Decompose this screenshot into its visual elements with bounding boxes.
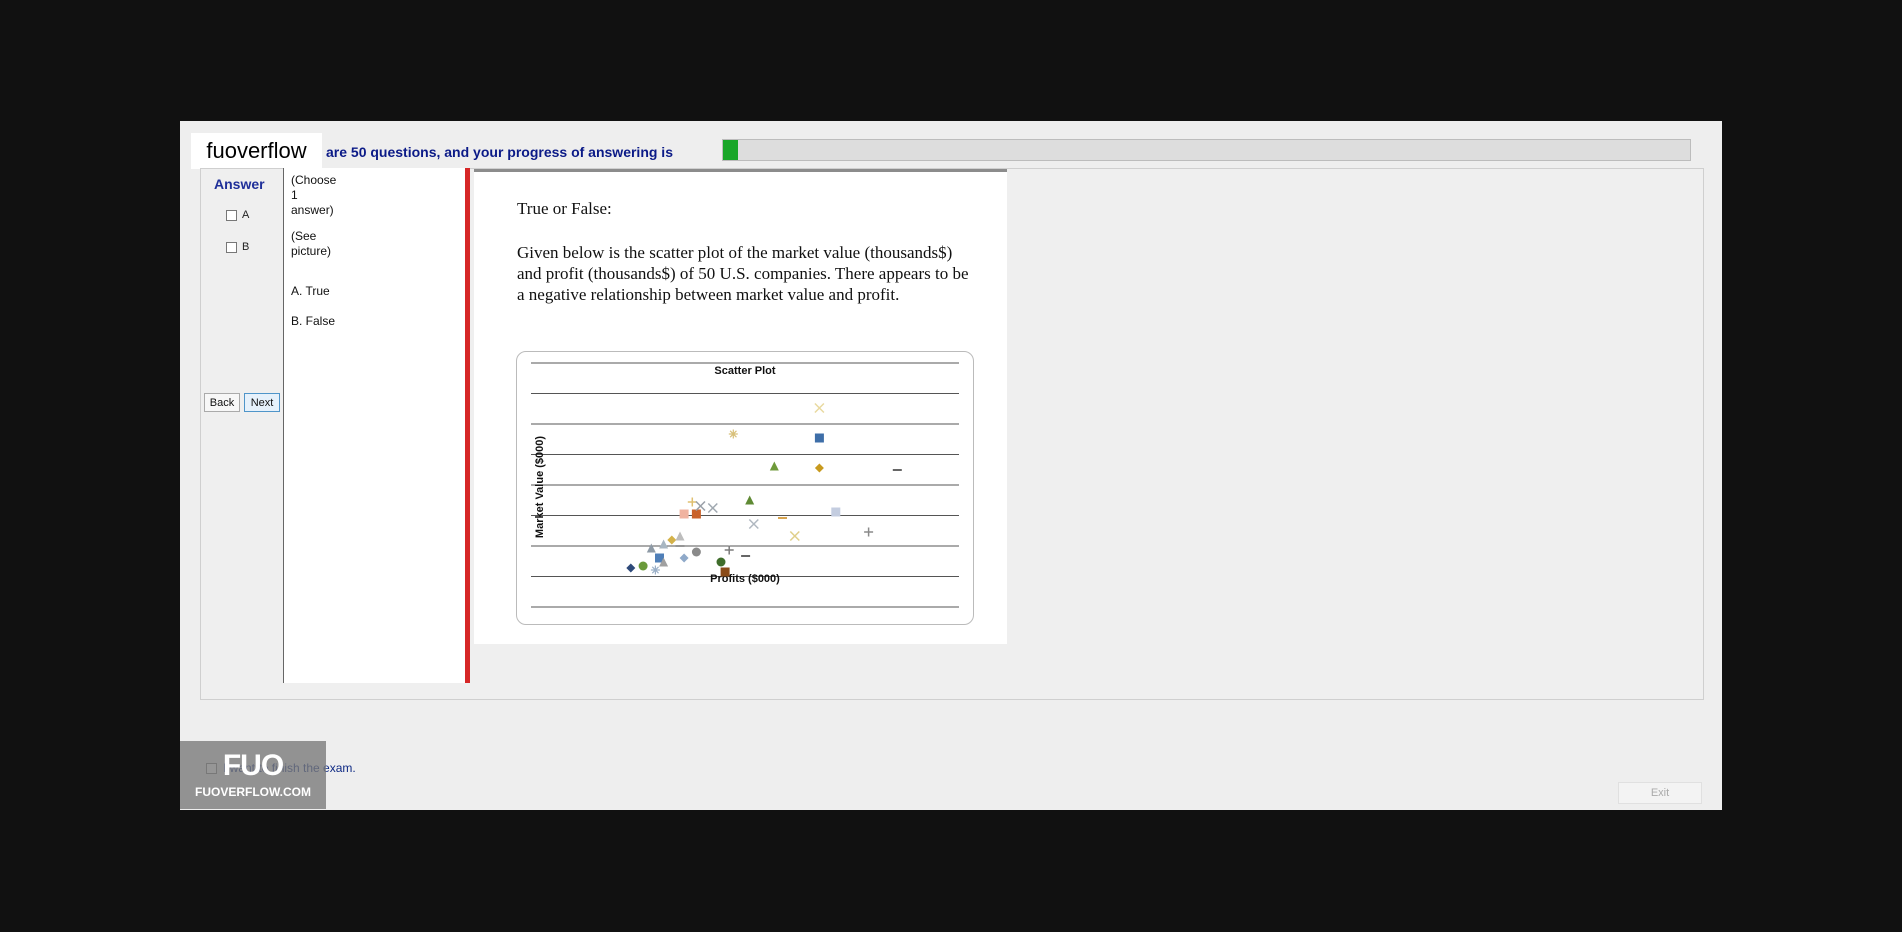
progress-fill xyxy=(723,140,739,160)
data-point xyxy=(687,497,697,507)
data-point xyxy=(864,527,874,537)
data-point xyxy=(691,547,701,557)
see-line-2: picture) xyxy=(291,244,332,258)
choose-line-1: (Choose xyxy=(291,173,337,187)
choice-b-text: B. False xyxy=(291,314,336,328)
data-point xyxy=(679,509,689,519)
data-point xyxy=(716,557,726,567)
data-point xyxy=(789,530,800,542)
data-point xyxy=(646,543,656,553)
data-point xyxy=(659,539,669,549)
logo-domain: FUOVERFLOW.COM xyxy=(195,785,311,799)
choose-line-3: answer) xyxy=(291,203,334,217)
data-point xyxy=(695,500,706,512)
next-button[interactable]: Next xyxy=(244,393,280,412)
data-point xyxy=(675,531,685,541)
scatter-chart: Scatter PlotProfits ($000)Market Value (… xyxy=(531,362,959,608)
question-body: Given below is the scatter plot of the m… xyxy=(517,243,969,304)
question-title: True or False: xyxy=(517,199,612,218)
data-point xyxy=(626,563,636,573)
option-a-checkbox[interactable] xyxy=(226,209,237,221)
data-point xyxy=(650,565,660,575)
data-point xyxy=(679,553,689,563)
question-panel: True or False: Given below is the scatte… xyxy=(474,169,1007,644)
scatter-chart-box: Scatter Plot Profits ($000) Market Value (… xyxy=(516,351,974,625)
exit-button[interactable]: Exit xyxy=(1618,782,1702,804)
pane-divider[interactable] xyxy=(465,168,470,683)
logo-mark: FUO xyxy=(222,749,284,782)
data-point xyxy=(638,561,648,571)
option-b-checkbox[interactable] xyxy=(226,241,237,253)
y-axis-label: Market Value ($000) xyxy=(534,436,546,538)
data-point xyxy=(745,495,755,505)
brand-label: fuoverflow xyxy=(191,133,322,169)
option-a[interactable]: A xyxy=(226,209,249,221)
progress-text: are 50 questions, and your progress of a… xyxy=(326,144,673,160)
choose-line-2: 1 xyxy=(291,188,298,202)
data-point xyxy=(769,461,779,471)
chart-title: Scatter Plot xyxy=(714,365,775,377)
data-point xyxy=(724,545,734,555)
data-point xyxy=(728,429,738,439)
exam-window: fuoverflow are 50 questions, and your pr… xyxy=(180,121,1722,810)
choice-a-text: A. True xyxy=(291,284,330,298)
data-point xyxy=(814,463,824,473)
data-point xyxy=(748,518,759,530)
watermark-logo: FUO FUOVERFLOW.COM xyxy=(180,741,326,809)
option-b-label: B xyxy=(242,241,250,253)
answer-title: Answer xyxy=(214,176,265,192)
data-point xyxy=(814,433,824,443)
see-line-1: (See xyxy=(291,229,317,243)
data-point xyxy=(707,502,718,514)
option-b[interactable]: B xyxy=(226,241,249,253)
back-button[interactable]: Back xyxy=(204,393,240,412)
choice-list-panel: (Choose 1 answer) (See picture) A. True … xyxy=(283,168,466,683)
data-point xyxy=(831,507,841,517)
data-point xyxy=(667,535,677,545)
option-a-label: A xyxy=(242,209,250,221)
progress-bar xyxy=(722,139,1691,161)
data-point xyxy=(720,567,730,577)
data-point xyxy=(814,402,825,414)
